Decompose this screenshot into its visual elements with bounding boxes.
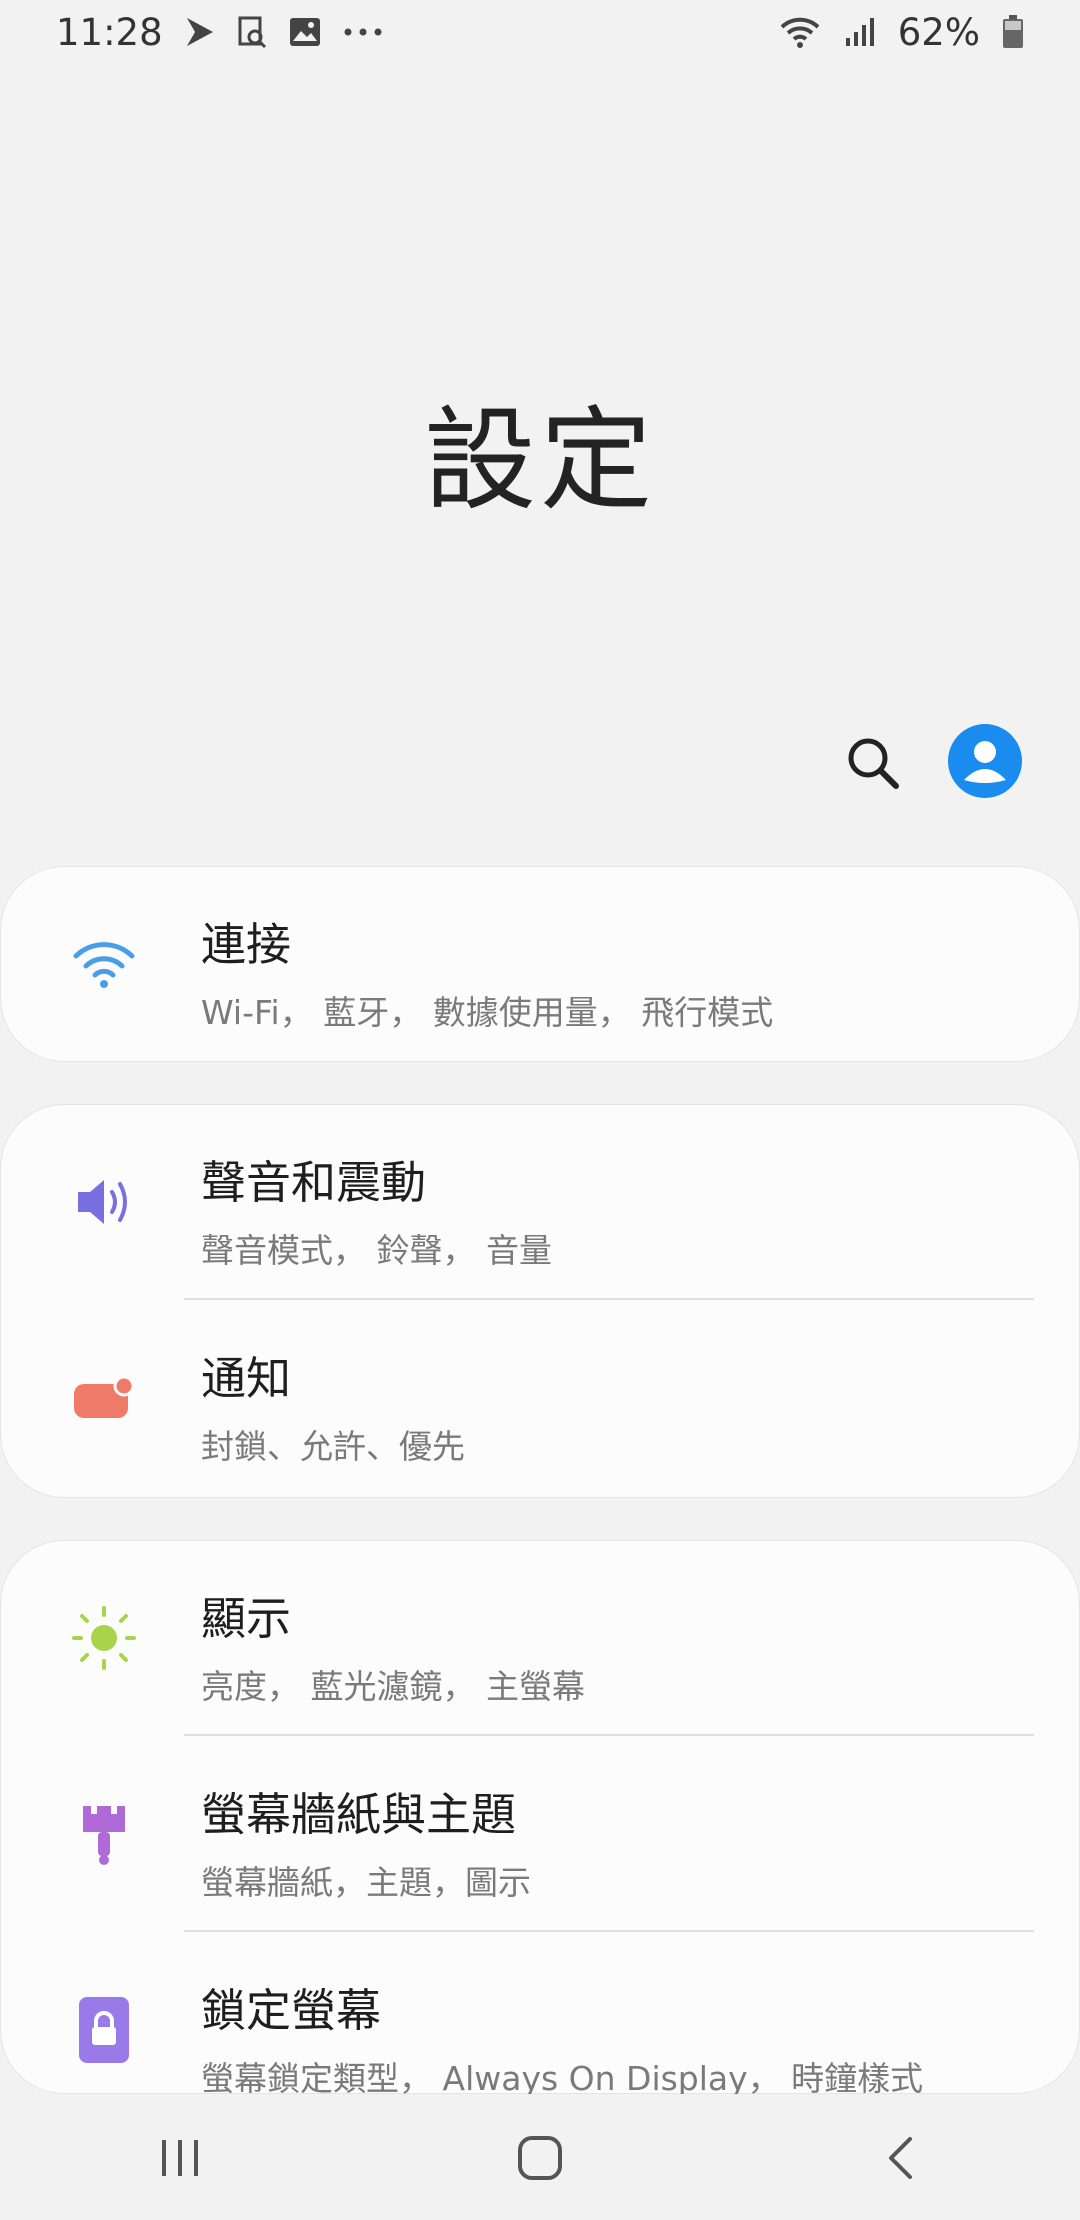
recent-apps-button[interactable] <box>120 2108 240 2208</box>
back-button[interactable] <box>840 2108 960 2208</box>
settings-card-display: 顯示 亮度， 藍光濾鏡， 主螢幕 螢幕牆紙與主題 螢幕牆紙，主題，圖示 鎖定螢幕… <box>0 1540 1080 2094</box>
signal-icon <box>845 18 874 46</box>
battery-icon <box>1003 15 1023 48</box>
item-subtitle: 螢幕牆紙，主題，圖示 <box>201 1863 531 1902</box>
notification-icon <box>72 1366 136 1430</box>
battery-percent: 62% <box>897 10 980 54</box>
item-subtitle: 螢幕鎖定類型， Always On Display， 時鐘樣式 <box>201 2059 924 2094</box>
status-left: 11:28 <box>56 11 383 54</box>
item-subtitle: Wi-Fi， 藍牙， 數據使用量， 飛行模式 <box>201 993 774 1032</box>
search-button[interactable] <box>843 733 903 793</box>
item-title: 連接 <box>201 918 292 971</box>
wifi-icon <box>780 17 820 48</box>
settings-item-display[interactable]: 顯示 亮度， 藍光濾鏡， 主螢幕 <box>0 1540 1080 1736</box>
item-subtitle: 亮度， 藍光濾鏡， 主螢幕 <box>201 1667 585 1706</box>
settings-item-notifications[interactable]: 通知 封鎖、允許、優先 <box>0 1300 1080 1496</box>
item-title: 鎖定螢幕 <box>201 1984 382 2037</box>
status-time: 11:28 <box>56 10 163 54</box>
home-button[interactable] <box>480 2108 600 2208</box>
item-subtitle: 聲音模式， 鈴聲， 音量 <box>201 1231 552 1270</box>
back-icon <box>889 2137 912 2179</box>
screenshot-icon <box>238 16 266 49</box>
search-icon <box>848 738 899 789</box>
lock-icon <box>72 1997 136 2063</box>
settings-item-lock-screen[interactable]: 鎖定螢幕 螢幕鎖定類型， Always On Display， 時鐘樣式 <box>0 1932 1080 2094</box>
play-store-icon <box>186 18 213 46</box>
brightness-icon <box>72 1606 136 1670</box>
more-dots-icon <box>344 28 382 36</box>
status-bar: 11:28 62% <box>0 0 1080 64</box>
settings-card-sound-notifications: 聲音和震動 聲音模式， 鈴聲， 音量 通知 封鎖、允許、優先 <box>0 1104 1080 1498</box>
settings-item-sound[interactable]: 聲音和震動 聲音模式， 鈴聲， 音量 <box>0 1104 1080 1300</box>
settings-card-connections: 連接 Wi-Fi， 藍牙， 數據使用量， 飛行模式 <box>0 866 1080 1062</box>
account-avatar-icon <box>948 724 1022 798</box>
navigation-bar <box>0 2096 1080 2220</box>
item-title: 通知 <box>201 1352 292 1405</box>
settings-item-wallpaper-themes[interactable]: 螢幕牆紙與主題 螢幕牆紙，主題，圖示 <box>0 1736 1080 1932</box>
gallery-icon <box>289 18 320 46</box>
volume-icon <box>72 1170 136 1234</box>
wifi-icon <box>72 932 136 996</box>
item-subtitle: 封鎖、允許、優先 <box>201 1427 465 1466</box>
status-right: 62% <box>778 11 1024 54</box>
settings-item-connections[interactable]: 連接 Wi-Fi， 藍牙， 數據使用量， 飛行模式 <box>0 866 1080 1062</box>
page-title: 設定 <box>424 396 656 526</box>
profile-button[interactable] <box>948 724 1022 798</box>
item-title: 顯示 <box>201 1592 292 1645</box>
item-title: 螢幕牆紙與主題 <box>201 1788 517 1841</box>
home-icon <box>518 2136 562 2180</box>
recent-apps-icon <box>162 2140 198 2176</box>
paintbrush-icon <box>72 1802 136 1866</box>
item-title: 聲音和震動 <box>201 1156 427 1209</box>
